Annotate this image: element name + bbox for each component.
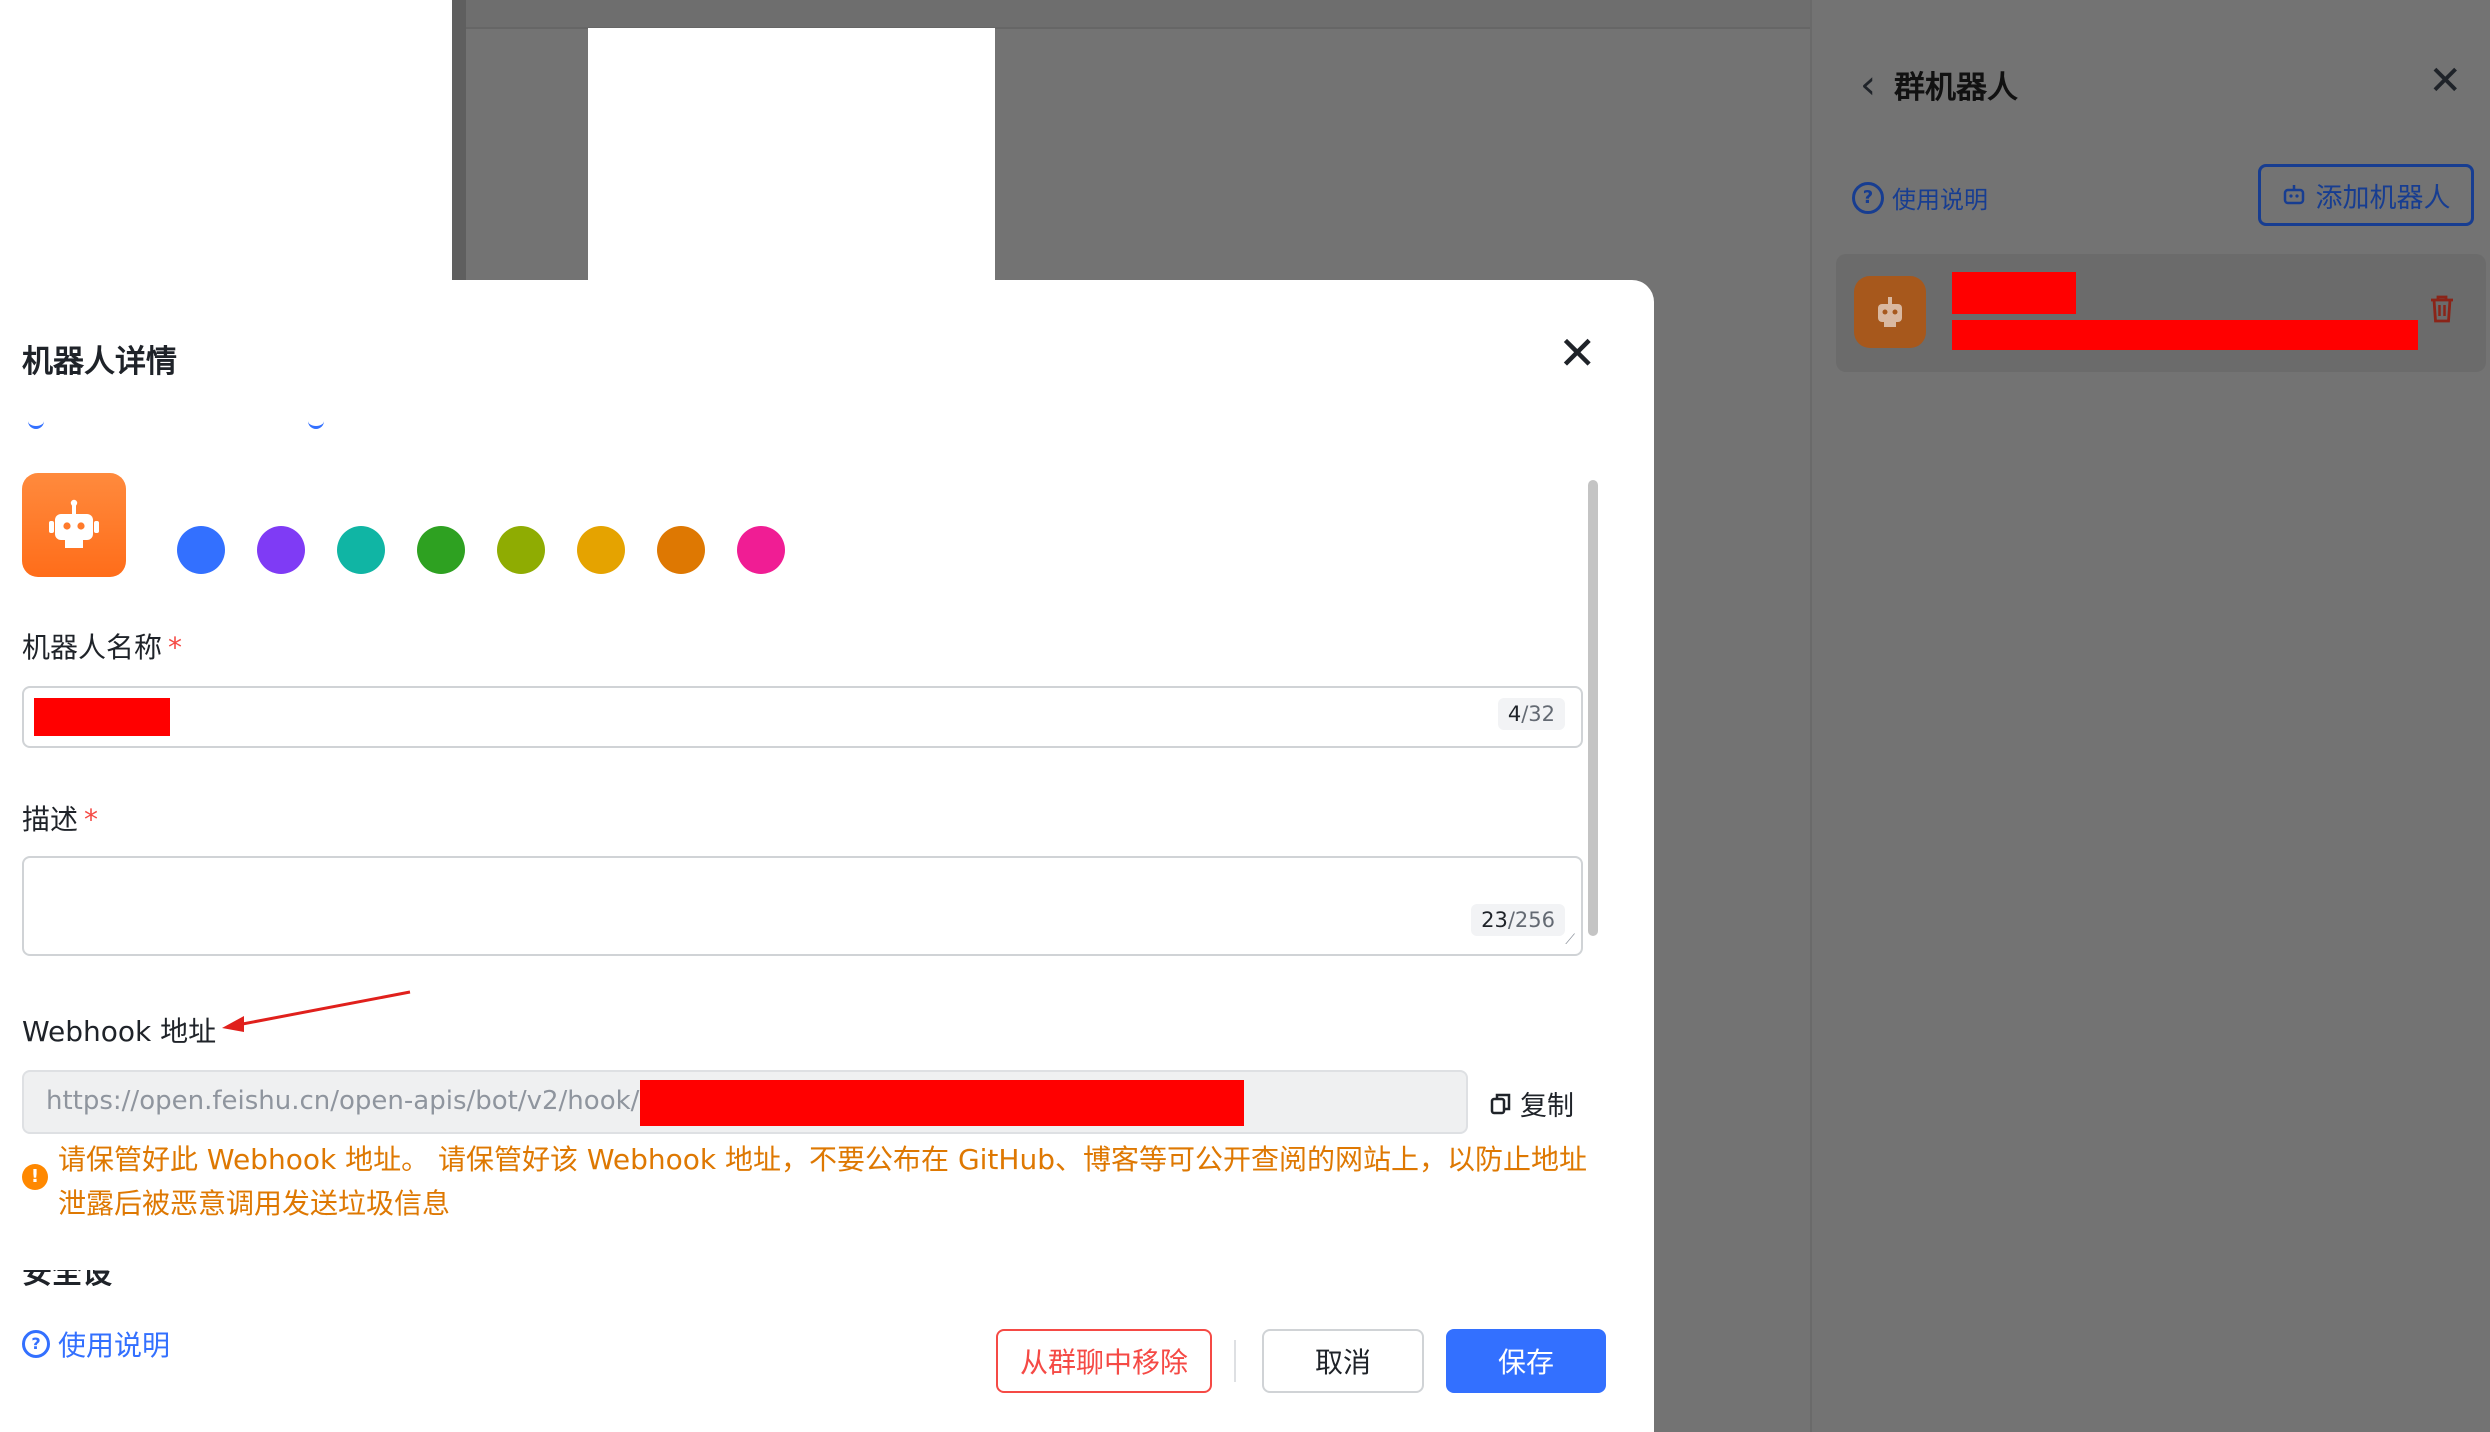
desc-count-max: /256	[1507, 908, 1555, 932]
desc-count-current: 23	[1481, 908, 1508, 932]
redacted-bot-name	[34, 698, 170, 736]
remove-from-group-button[interactable]: 从群聊中移除	[996, 1329, 1212, 1393]
color-option-yellow[interactable]	[577, 526, 625, 574]
copy-icon	[1490, 1093, 1511, 1114]
robot-add-icon	[2283, 185, 2304, 205]
close-icon[interactable]: ✕	[2428, 58, 2462, 104]
close-icon[interactable]: ✕	[1558, 330, 1597, 376]
color-option-green[interactable]	[417, 526, 465, 574]
delete-icon[interactable]	[2428, 294, 2456, 332]
background-content-block	[588, 28, 995, 280]
scrollbar[interactable]	[1588, 480, 1598, 936]
scrolled-content-fragment	[22, 418, 324, 430]
required-mark: *	[84, 803, 99, 836]
color-option-pink[interactable]	[737, 526, 785, 574]
name-label-text: 机器人名称	[22, 631, 163, 664]
name-char-counter: 4/32	[1497, 698, 1565, 730]
name-count-current: 4	[1507, 702, 1522, 726]
background-toolbar	[466, 0, 1810, 29]
bot-list-item[interactable]	[1836, 254, 2486, 372]
save-button[interactable]: 保存	[1446, 1329, 1606, 1393]
dialog-title: 机器人详情	[22, 344, 177, 380]
back-icon[interactable]: ‹	[1860, 62, 1876, 108]
button-divider	[1234, 1340, 1236, 1382]
bot-avatar-preview[interactable]	[22, 473, 126, 577]
bot-description-textarea[interactable]: 23/256 ⟋	[22, 856, 1583, 956]
help-link[interactable]: 使用说明	[58, 1324, 170, 1364]
panel-title: 群机器人	[1894, 70, 2018, 106]
color-option-orange[interactable]	[657, 526, 705, 574]
webhook-url-field[interactable]: https://open.feishu.cn/open-apis/bot/v2/…	[22, 1070, 1468, 1134]
webhook-warning-text: 请保管好此 Webhook 地址。 请保管好该 Webhook 地址，不要公布在…	[58, 1143, 1587, 1220]
group-bot-panel: ‹ 群机器人 ✕ ? 使用说明 添加机器人	[1810, 0, 2490, 1432]
color-option-purple[interactable]	[257, 526, 305, 574]
copy-label: 复制	[1520, 1091, 1574, 1122]
help-link[interactable]: 使用说明	[1892, 180, 1988, 215]
bot-name-input[interactable]: 4/32	[22, 686, 1583, 748]
warning-icon: !	[22, 1164, 48, 1190]
name-field-label: 机器人名称 *	[22, 626, 182, 666]
color-option-lime[interactable]	[497, 526, 545, 574]
resize-handle-icon[interactable]: ⟋	[1565, 932, 1575, 948]
cancel-button[interactable]: 取消	[1262, 1329, 1424, 1393]
desc-char-counter: 23/256	[1471, 904, 1565, 936]
required-mark: *	[168, 631, 183, 664]
color-option-teal[interactable]	[337, 526, 385, 574]
redacted-bot-description	[1952, 320, 2418, 350]
redacted-bot-name	[1952, 272, 2076, 314]
desc-label-text: 描述	[22, 803, 79, 836]
add-bot-label: 添加机器人	[2315, 182, 2451, 214]
copy-button[interactable]: 复制	[1490, 1084, 1574, 1123]
bot-avatar	[1854, 276, 1926, 348]
annotation-arrow	[222, 990, 411, 1032]
add-bot-button[interactable]: 添加机器人	[2258, 164, 2474, 226]
redacted-webhook-token	[640, 1080, 1244, 1126]
help-icon[interactable]: ?	[22, 1330, 50, 1358]
name-count-max: /32	[1521, 702, 1555, 726]
security-settings-heading-partial: 安全设置	[22, 1270, 132, 1286]
robot-icon	[49, 499, 99, 548]
webhook-label: Webhook 地址	[22, 1015, 217, 1048]
color-option-blue[interactable]	[177, 526, 225, 574]
bot-detail-dialog: 机器人详情 ✕ 机器人名称 * 4/32 描述 * 23/256 ⟋ Webhook…	[0, 280, 1654, 1432]
help-icon[interactable]: ?	[1852, 182, 1884, 214]
background-panel	[0, 0, 452, 280]
robot-icon	[1878, 297, 1902, 327]
desc-field-label: 描述 *	[22, 798, 98, 838]
webhook-url-prefix: https://open.feishu.cn/open-apis/bot/v2/…	[46, 1086, 640, 1116]
